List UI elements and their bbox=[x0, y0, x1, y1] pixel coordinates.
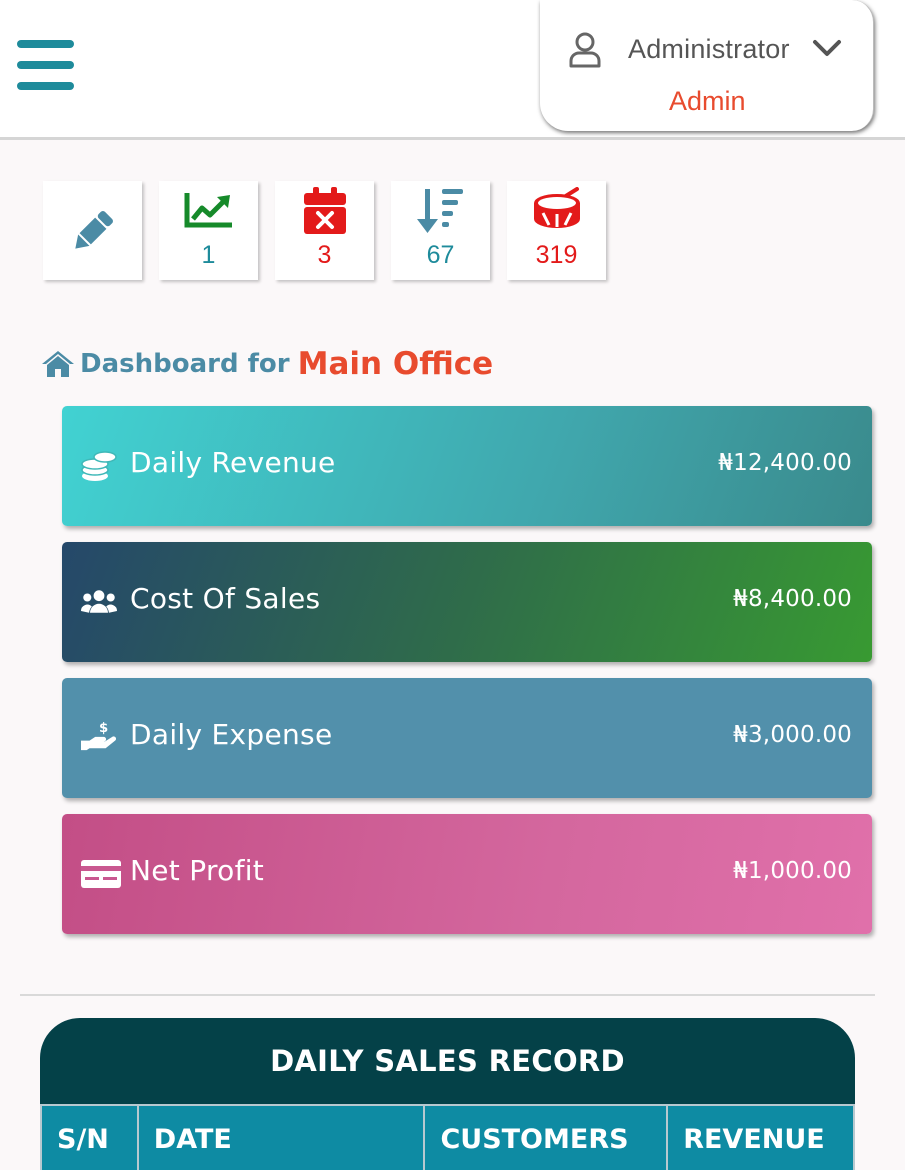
daily-expense-card[interactable]: $ Daily Expense ₦3,000.00 bbox=[62, 678, 872, 798]
tile-edit[interactable] bbox=[43, 181, 142, 280]
pencil-icon bbox=[74, 211, 113, 249]
tile-trend-count: 1 bbox=[201, 241, 216, 269]
tile-trend[interactable]: 1 bbox=[159, 181, 258, 280]
daily-sales-record: DAILY SALES RECORD S/N DATE CUSTOMERS RE… bbox=[40, 1018, 855, 1170]
sales-record-title: DAILY SALES RECORD bbox=[40, 1018, 855, 1104]
office-name: Main Office bbox=[297, 346, 494, 382]
coins-icon bbox=[81, 451, 117, 481]
cost-of-sales-title: Cost Of Sales bbox=[130, 582, 321, 615]
sort-descending-icon bbox=[416, 189, 463, 233]
cost-of-sales-card[interactable]: Cost Of Sales ₦8,400.00 bbox=[62, 542, 872, 662]
daily-revenue-card[interactable]: Daily Revenue ₦12,400.00 bbox=[62, 406, 872, 526]
user-menu[interactable]: Administrator Admin bbox=[540, 0, 874, 131]
net-profit-card[interactable]: Net Profit ₦1,000.00 bbox=[62, 814, 872, 934]
drum-icon bbox=[533, 187, 580, 228]
user-role: Admin bbox=[669, 86, 746, 116]
column-header-date[interactable]: DATE bbox=[136, 1104, 426, 1170]
dashboard-label: Dashboard for bbox=[80, 349, 290, 379]
hamburger-menu-icon[interactable] bbox=[17, 40, 74, 92]
users-icon bbox=[81, 590, 117, 613]
tile-calendar-count: 3 bbox=[317, 241, 332, 269]
hand-dollar-icon: $ bbox=[81, 721, 117, 751]
calendar-x-icon bbox=[303, 187, 346, 234]
column-header-customers[interactable]: CUSTOMERS bbox=[423, 1104, 669, 1170]
chevron-down-icon[interactable] bbox=[812, 38, 842, 60]
daily-expense-value: ₦3,000.00 bbox=[733, 722, 852, 748]
user-name: Administrator bbox=[628, 34, 790, 64]
net-profit-value: ₦1,000.00 bbox=[733, 858, 852, 884]
top-bar: Administrator Admin bbox=[0, 0, 905, 140]
daily-revenue-title: Daily Revenue bbox=[130, 446, 336, 479]
sales-table: S/N DATE CUSTOMERS REVENUE bbox=[40, 1104, 855, 1170]
cost-of-sales-value: ₦8,400.00 bbox=[733, 586, 852, 612]
column-header-sn[interactable]: S/N bbox=[40, 1104, 139, 1170]
section-divider bbox=[20, 994, 875, 996]
daily-expense-title: Daily Expense bbox=[130, 718, 333, 751]
money-card-icon bbox=[81, 860, 121, 888]
tile-drum[interactable]: 319 bbox=[507, 181, 606, 280]
tile-drum-count: 319 bbox=[535, 241, 578, 269]
tile-sort[interactable]: 67 bbox=[391, 181, 490, 280]
column-header-revenue[interactable]: REVENUE bbox=[666, 1104, 855, 1170]
daily-revenue-value: ₦12,400.00 bbox=[718, 450, 852, 476]
net-profit-title: Net Profit bbox=[130, 854, 265, 887]
table-header-row: S/N DATE CUSTOMERS REVENUE bbox=[40, 1104, 855, 1170]
svg-text:$: $ bbox=[99, 721, 108, 736]
tile-calendar-cancel[interactable]: 3 bbox=[275, 181, 374, 280]
user-icon bbox=[569, 32, 601, 68]
trend-chart-icon bbox=[184, 193, 232, 228]
tile-sort-count: 67 bbox=[426, 241, 455, 269]
home-icon bbox=[42, 351, 74, 377]
dashboard-heading: Dashboard for Main Office bbox=[42, 346, 493, 382]
